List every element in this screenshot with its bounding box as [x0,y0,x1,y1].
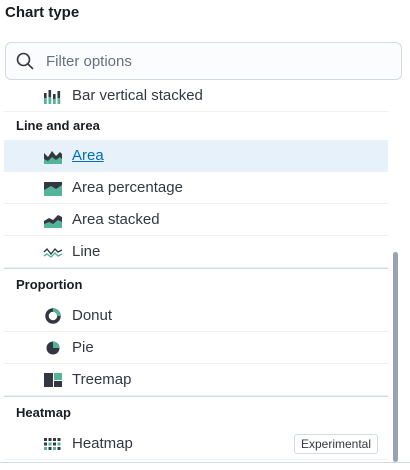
bar-vertical-stacked-icon [44,90,61,104]
area-stacked-icon [44,215,62,228]
option-area-percentage[interactable]: Area percentage [4,172,388,204]
group-line-and-area: Line and area [16,118,100,133]
option-label: Line [72,243,101,260]
group-proportion: Proportion [16,277,83,292]
filter-options-input[interactable] [44,51,368,71]
option-treemap[interactable]: Treemap [4,364,388,396]
chart-type-title: Chart type [5,4,80,21]
group-heatmap: Heatmap [16,405,71,420]
option-label: Area [72,147,104,164]
area-percentage-icon [44,182,62,196]
option-line[interactable]: Line [4,236,388,268]
option-area-stacked[interactable]: Area stacked [4,204,388,236]
scrollbar-thumb[interactable] [393,252,398,462]
option-label: Bar vertical stacked [72,87,203,104]
option-label: Pie [72,339,94,356]
option-label: Area percentage [72,179,183,196]
option-label: Heatmap [72,435,133,452]
option-label: Area stacked [72,211,160,228]
line-icon [43,247,63,258]
group-divider [4,268,388,269]
filter-options-search[interactable] [5,42,402,80]
group-divider [4,396,388,397]
treemap-icon [44,373,62,387]
search-icon [16,52,34,70]
option-pie[interactable]: Pie [4,332,388,364]
option-bar-vertical-stacked[interactable]: Bar vertical stacked [4,80,388,112]
bottom-divider [0,462,410,463]
experimental-badge: Experimental [293,434,378,454]
heatmap-icon [44,438,61,450]
pie-icon [46,341,60,355]
option-label: Donut [72,307,113,324]
option-donut[interactable]: Donut [4,300,388,332]
area-icon [44,151,62,164]
option-label: Treemap [72,371,132,388]
option-area[interactable]: Area [4,140,388,172]
donut-icon [45,308,61,324]
option-heatmap[interactable]: Heatmap Experimental [4,428,388,460]
